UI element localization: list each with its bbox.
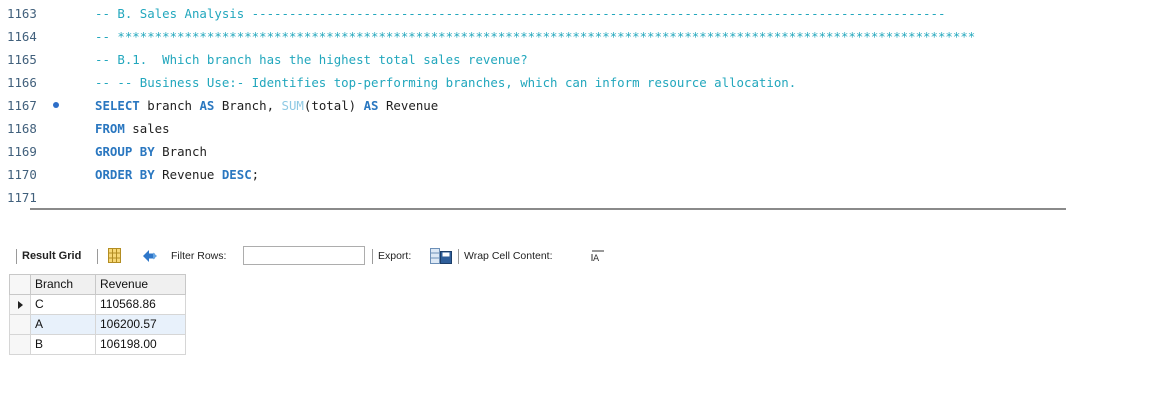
line-number: 1164 [7, 29, 37, 44]
code-token: Revenue [154, 167, 222, 182]
grid-view-icon[interactable] [108, 248, 121, 263]
wrap-text-icon[interactable]: A [591, 249, 605, 263]
line-number: 1171 [7, 190, 37, 204]
cell-branch[interactable]: C [30, 294, 96, 315]
code-text: SELECT branch AS Branch, SUM(total) AS R… [95, 94, 438, 117]
cell-revenue[interactable]: 106198.00 [95, 334, 186, 355]
code-token: -- *************************************… [95, 29, 976, 44]
code-token: AS [363, 98, 379, 113]
sql-editor[interactable]: 1163 -- B. Sales Analysis ---------------… [0, 0, 1156, 204]
code-text: -- *************************************… [95, 25, 975, 48]
cell-revenue[interactable]: 106200.57 [95, 314, 186, 335]
code-token: sales [124, 121, 170, 136]
cell-branch[interactable]: B [30, 334, 96, 355]
line-number: 1168 [7, 121, 37, 136]
result-toolbar: Result Grid Filter Rows: Export: Wrap Ce… [0, 244, 1156, 268]
code-text: -- B. Sales Analysis -------------------… [95, 2, 945, 25]
row-header[interactable] [9, 334, 31, 355]
row-header[interactable] [9, 294, 31, 315]
code-token: -- B. Sales Analysis -------------------… [95, 6, 946, 21]
toolbar-separator [458, 249, 459, 264]
code-line[interactable]: 1166 -- -- Business Use:- Identifies top-… [0, 71, 1156, 94]
row-selected-arrow-icon [17, 300, 23, 309]
code-token: ORDER BY [95, 167, 155, 182]
code-line[interactable]: 1167 SELECT branch AS Branch, SUM(total) … [0, 94, 1156, 117]
code-token: SELECT [95, 98, 140, 113]
table-row[interactable]: C 110568.86 [9, 294, 186, 315]
code-token: Branch, [214, 98, 282, 113]
wrap-cell-content-label: Wrap Cell Content: [464, 250, 553, 262]
code-line[interactable]: 1170 ORDER BY Revenue DESC; [0, 163, 1156, 186]
toolbar-separator [372, 249, 373, 264]
line-number: 1170 [7, 167, 37, 182]
code-line[interactable]: 1165 -- B.1. Which branch has the highest… [0, 48, 1156, 71]
code-text: ORDER BY Revenue DESC; [95, 163, 259, 186]
table-header-row: Branch Revenue [9, 274, 186, 295]
line-number: 1166 [7, 75, 37, 90]
code-token: DESC [221, 167, 252, 182]
code-token: ; [251, 167, 260, 182]
code-text: -- B.1. Which branch has the highest tot… [95, 48, 528, 71]
column-header-branch[interactable]: Branch [30, 274, 96, 295]
cell-branch[interactable]: A [30, 314, 96, 335]
code-token: -- -- Business Use:- Identifies top-perf… [95, 75, 797, 90]
code-token: AS [199, 98, 215, 113]
toolbar-separator [97, 249, 98, 264]
export-save-icon[interactable] [430, 248, 452, 264]
code-line[interactable]: 1163 -- B. Sales Analysis ---------------… [0, 2, 1156, 25]
result-grid-tab[interactable]: Result Grid [22, 249, 81, 263]
refresh-icon[interactable] [140, 248, 160, 264]
code-token: SUM [281, 98, 304, 113]
result-grid: Branch Revenue C 110568.86 A 106200.57 B… [0, 268, 1156, 402]
code-token: Branch [154, 144, 207, 159]
code-text: FROM sales [95, 117, 170, 140]
code-line[interactable]: 1164 -- *********************************… [0, 25, 1156, 48]
corner-cell[interactable] [9, 274, 31, 295]
export-label: Export: [378, 250, 412, 262]
row-header[interactable] [9, 314, 31, 335]
code-token: Revenue [378, 98, 439, 113]
horizontal-scrollbar[interactable] [30, 208, 1066, 210]
filter-rows-label: Filter Rows: [171, 250, 227, 262]
line-number: 1163 [7, 6, 37, 21]
code-token: -- B.1. Which branch has the highest tot… [95, 52, 528, 67]
line-number: 1169 [7, 144, 37, 159]
result-table: Branch Revenue C 110568.86 A 106200.57 B… [9, 274, 186, 355]
column-header-revenue[interactable]: Revenue [95, 274, 186, 295]
svg-text:A: A [593, 254, 600, 263]
line-number: 1165 [7, 52, 37, 67]
filter-rows-input[interactable] [243, 246, 365, 265]
code-token: FROM [95, 121, 125, 136]
code-text: GROUP BY Branch [95, 140, 207, 163]
code-token: branch [139, 98, 200, 113]
breakpoint-dot-icon[interactable] [53, 102, 59, 108]
code-token: GROUP BY [95, 144, 155, 159]
code-text: -- -- Business Use:- Identifies top-perf… [95, 71, 796, 94]
code-line[interactable]: 1169 GROUP BY Branch [0, 140, 1156, 163]
code-token: (total) [303, 98, 364, 113]
toolbar-separator [16, 249, 17, 264]
table-row[interactable]: B 106198.00 [9, 334, 186, 355]
code-line[interactable]: 1171 [0, 186, 1156, 204]
cell-revenue[interactable]: 110568.86 [95, 294, 186, 315]
table-row[interactable]: A 106200.57 [9, 314, 186, 335]
code-line[interactable]: 1168 FROM sales [0, 117, 1156, 140]
